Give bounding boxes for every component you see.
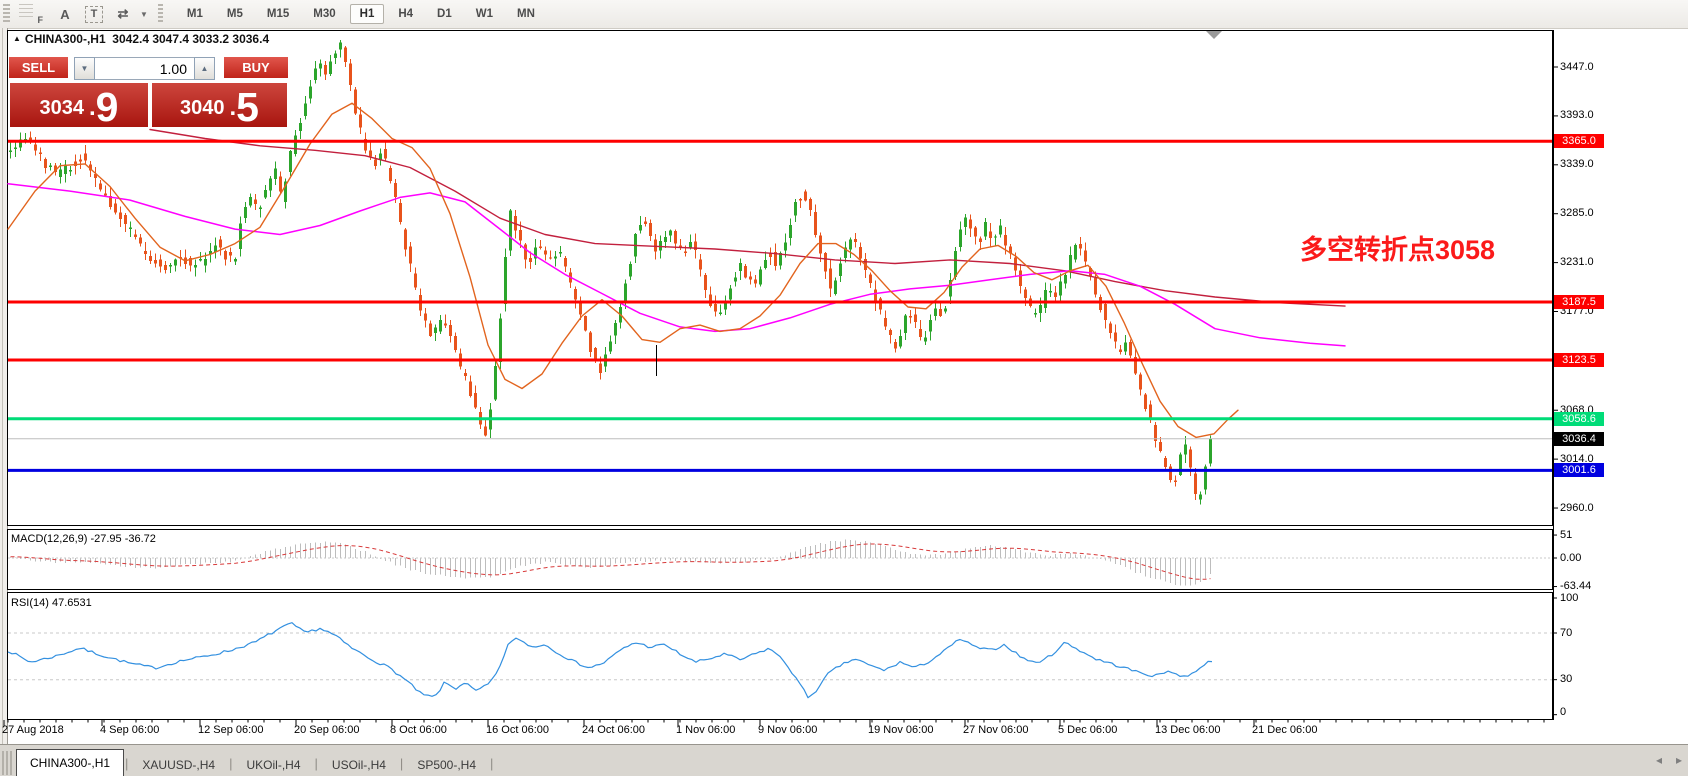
price-tick-3231.0: 3231.0: [1560, 256, 1594, 268]
price-tick-3447.0: 3447.0: [1560, 61, 1594, 73]
buy-price-dot: .: [230, 94, 237, 127]
time-tick-4-Sep-06-00: 4 Sep 06:00: [100, 724, 159, 736]
panel-frames: [8, 30, 1554, 720]
pivot-annotation-text: 多空转折点3058: [1300, 228, 1495, 267]
symbol-period-label: CHINA300-,H1: [25, 32, 106, 46]
level-price-label-3187.5: 3187.5: [1554, 295, 1604, 309]
collapse-triangle-icon[interactable]: ▲: [13, 34, 21, 43]
rsi-level-label-0: 0: [1560, 706, 1566, 718]
buy-button[interactable]: BUY: [224, 57, 288, 80]
time-tick-5-Dec-06-00: 5 Dec 06:00: [1058, 724, 1117, 736]
rsi-label: RSI(14) 47.6531: [11, 597, 92, 609]
time-tick-9-Nov-06-00: 9 Nov 06:00: [758, 724, 817, 736]
level-price-label-3123.5: 3123.5: [1554, 353, 1604, 367]
ohlc-values: 3042.4 3047.4 3033.2 3036.4: [112, 32, 269, 46]
volume-input[interactable]: [95, 57, 194, 80]
level-price-label-3001.6: 3001.6: [1554, 463, 1604, 477]
buy-price-display[interactable]: 3040 . 5: [152, 83, 287, 127]
price-tick-3393.0: 3393.0: [1560, 109, 1594, 121]
macd-level-51: 51: [1560, 529, 1572, 541]
macd-level-0.00: 0.00: [1560, 552, 1581, 564]
macd-level--63.44: -63.44: [1560, 580, 1591, 592]
volume-increase-button[interactable]: ▲: [194, 57, 215, 80]
sell-price-int: 3034: [40, 97, 85, 127]
level-price-label-3058.6: 3058.6: [1554, 412, 1604, 426]
chart-title: ▲ CHINA300-,H1 3042.4 3047.4 3033.2 3036.…: [13, 32, 269, 46]
rsi-level-label-70: 70: [1560, 627, 1572, 639]
rsi-level-label-30: 30: [1560, 673, 1572, 685]
volume-stepper: ▼ ▲: [74, 57, 215, 80]
sell-price-frac: 9: [96, 88, 119, 127]
price-tick-3285.0: 3285.0: [1560, 207, 1594, 219]
macd-label: MACD(12,26,9) -27.95 -36.72: [11, 533, 156, 545]
buy-price-int: 3040: [180, 97, 225, 127]
time-tick-27-Nov-06-00: 27 Nov 06:00: [963, 724, 1028, 736]
time-tick-20-Sep-06-00: 20 Sep 06:00: [294, 724, 359, 736]
sell-price-dot: .: [89, 94, 96, 127]
sell-button[interactable]: SELL: [9, 57, 68, 80]
time-tick-13-Dec-06-00: 13 Dec 06:00: [1155, 724, 1220, 736]
time-tick-19-Nov-06-00: 19 Nov 06:00: [868, 724, 933, 736]
trading-terminal: F A T ⇄ ▼ M1M5M15M30H1H4D1W1MN ▲CHINA300…: [0, 0, 1688, 776]
one-click-trade-panel: SELL ▼ ▲ BUY 3034 . 9 3040 . 5: [9, 57, 288, 127]
current-price-label: 3036.4: [1554, 432, 1604, 446]
time-tick-8-Oct-06-00: 8 Oct 06:00: [390, 724, 447, 736]
volume-decrease-button[interactable]: ▼: [74, 57, 95, 80]
sell-price-display[interactable]: 3034 . 9: [10, 83, 148, 127]
time-tick-16-Oct-06-00: 16 Oct 06:00: [486, 724, 549, 736]
price-tick-3339.0: 3339.0: [1560, 158, 1594, 170]
time-tick-12-Sep-06-00: 12 Sep 06:00: [198, 724, 263, 736]
level-price-label-3365.0: 3365.0: [1554, 134, 1604, 148]
trade-controls-row: SELL ▼ ▲ BUY: [9, 57, 288, 80]
time-tick-24-Oct-06-00: 24 Oct 06:00: [582, 724, 645, 736]
time-tick-27-Aug-2018: 27 Aug 2018: [2, 724, 64, 736]
price-tick-2960.0: 2960.0: [1560, 502, 1594, 514]
time-tick-1-Nov-06-00: 1 Nov 06:00: [676, 724, 735, 736]
time-tick-21-Dec-06-00: 21 Dec 06:00: [1252, 724, 1317, 736]
buy-price-frac: 5: [236, 88, 259, 127]
rsi-level-label-100: 100: [1560, 592, 1578, 604]
